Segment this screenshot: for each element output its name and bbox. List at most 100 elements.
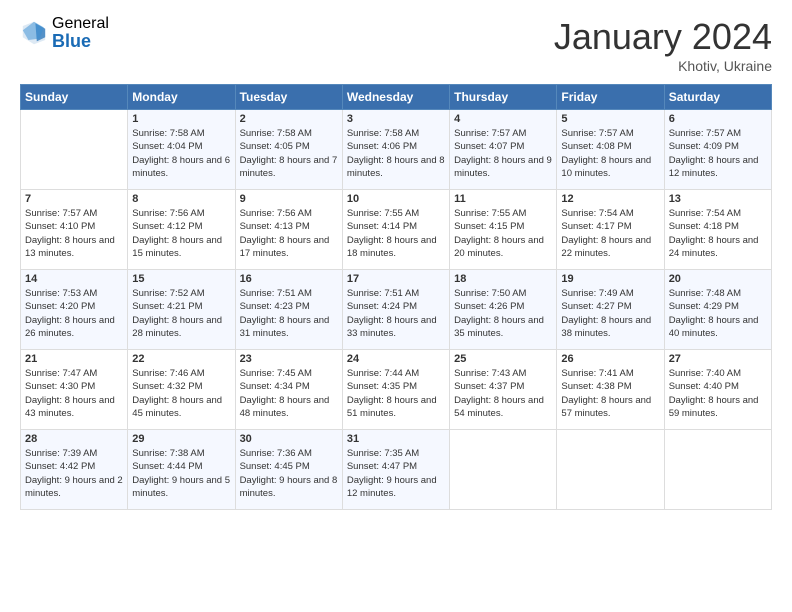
calendar-cell: 31Sunrise: 7:35 AMSunset: 4:47 PMDayligh… [342, 430, 449, 510]
calendar-cell: 2 Sunrise: 7:58 AM Sunset: 4:05 PM Daylight… [235, 110, 342, 190]
day-number: 15 [132, 273, 230, 285]
cell-content: Sunrise: 7:55 AMSunset: 4:14 PMDaylight:… [347, 207, 445, 260]
daylight: Daylight: 8 hours and 7 minutes. [240, 155, 338, 179]
calendar-cell: 13Sunrise: 7:54 AMSunset: 4:18 PMDayligh… [664, 190, 771, 270]
sunset: Sunset: 4:42 PM [25, 461, 95, 472]
sunset: Sunset: 4:07 PM [454, 141, 524, 152]
calendar-cell: 4Sunrise: 7:57 AMSunset: 4:07 PMDaylight… [450, 110, 557, 190]
sunrise: Sunrise: 7:46 AM [132, 368, 204, 379]
cell-content: Sunrise: 7:51 AMSunset: 4:23 PMDaylight:… [240, 287, 338, 340]
sunrise: Sunrise: 7:54 AM [669, 208, 741, 219]
day-number: 18 [454, 273, 552, 285]
weekday-header-wednesday: Wednesday [342, 85, 449, 110]
calendar-cell [450, 430, 557, 510]
calendar-cell: 5Sunrise: 7:57 AMSunset: 4:08 PMDaylight… [557, 110, 664, 190]
sunset: Sunset: 4:05 PM [240, 141, 310, 152]
daylight: Daylight: 8 hours and 59 minutes. [669, 395, 759, 419]
calendar-week-row: 21Sunrise: 7:47 AMSunset: 4:30 PMDayligh… [21, 350, 772, 430]
day-number: 23 [240, 353, 338, 365]
sunset: Sunset: 4:37 PM [454, 381, 524, 392]
sunrise: Sunrise: 7:55 AM [347, 208, 419, 219]
sunrise: Sunrise: 7:41 AM [561, 368, 633, 379]
sunset: Sunset: 4:30 PM [25, 381, 95, 392]
sunset: Sunset: 4:35 PM [347, 381, 417, 392]
calendar-cell: 10Sunrise: 7:55 AMSunset: 4:14 PMDayligh… [342, 190, 449, 270]
calendar-cell: 14 Sunrise: 7:53 AMSunset: 4:20 PMDayligh… [21, 270, 128, 350]
title-area: January 2024 Khotiv, Ukraine [554, 16, 772, 74]
cell-content: Sunrise: 7:41 AMSunset: 4:38 PMDaylight:… [561, 367, 659, 420]
day-number: 26 [561, 353, 659, 365]
daylight: Daylight: 8 hours and 45 minutes. [132, 395, 222, 419]
sunrise: Sunrise: 7:44 AM [347, 368, 419, 379]
sunset: Sunset: 4:26 PM [454, 301, 524, 312]
daylight: Daylight: 8 hours and 38 minutes. [561, 315, 651, 339]
calendar-week-row: 28Sunrise: 7:39 AMSunset: 4:42 PMDayligh… [21, 430, 772, 510]
logo-blue: Blue [52, 32, 109, 50]
sunrise: Sunrise: 7:40 AM [669, 368, 741, 379]
cell-content: Sunrise: 7:55 AMSunset: 4:15 PMDaylight:… [454, 207, 552, 260]
sunset: Sunset: 4:34 PM [240, 381, 310, 392]
day-number: 27 [669, 353, 767, 365]
sunset: Sunset: 4:17 PM [561, 221, 631, 232]
day-number: 21 [25, 353, 123, 365]
sunset: Sunset: 4:09 PM [669, 141, 739, 152]
calendar-week-row: 7Sunrise: 7:57 AMSunset: 4:10 PMDaylight… [21, 190, 772, 270]
sunset: Sunset: 4:13 PM [240, 221, 310, 232]
calendar-cell: 27Sunrise: 7:40 AMSunset: 4:40 PMDayligh… [664, 350, 771, 430]
calendar-cell [557, 430, 664, 510]
calendar-cell: 22Sunrise: 7:46 AMSunset: 4:32 PMDayligh… [128, 350, 235, 430]
day-number: 2 [240, 113, 338, 125]
sunrise: Sunrise: 7:39 AM [25, 448, 97, 459]
cell-content: Sunrise: 7:38 AMSunset: 4:44 PMDaylight:… [132, 447, 230, 500]
sunset: Sunset: 4:32 PM [132, 381, 202, 392]
sunrise: Sunrise: 7:43 AM [454, 368, 526, 379]
sunrise: Sunrise: 7:58 AM [240, 128, 312, 139]
daylight: Daylight: 8 hours and 35 minutes. [454, 315, 544, 339]
daylight: Daylight: 8 hours and 57 minutes. [561, 395, 651, 419]
sunset: Sunset: 4:27 PM [561, 301, 631, 312]
sunset: Sunset: 4:44 PM [132, 461, 202, 472]
cell-content: Sunrise: 7:58 AMSunset: 4:06 PMDaylight:… [347, 127, 445, 180]
cell-content: Sunrise: 7:49 AMSunset: 4:27 PMDaylight:… [561, 287, 659, 340]
day-number: 19 [561, 273, 659, 285]
sunrise: Sunrise: 7:55 AM [454, 208, 526, 219]
day-number: 14 [25, 273, 123, 285]
daylight: Daylight: 8 hours and 40 minutes. [669, 315, 759, 339]
calendar-cell: 6Sunrise: 7:57 AMSunset: 4:09 PMDaylight… [664, 110, 771, 190]
cell-content: Sunrise: 7:39 AMSunset: 4:42 PMDaylight:… [25, 447, 123, 500]
sunrise: Sunrise: 7:58 AM [132, 128, 204, 139]
sunrise: Sunrise: 7:51 AM [347, 288, 419, 299]
day-number: 12 [561, 193, 659, 205]
daylight: Daylight: 8 hours and 13 minutes. [25, 235, 115, 259]
cell-content: Sunrise: 7:53 AMSunset: 4:20 PMDaylight:… [25, 287, 123, 340]
logo: General Blue [20, 16, 109, 50]
sunrise: Sunrise: 7:50 AM [454, 288, 526, 299]
sunrise: Sunrise: 7:53 AM [25, 288, 97, 299]
page-header: General Blue January 2024 Khotiv, Ukrain… [20, 16, 772, 74]
daylight: Daylight: 8 hours and 22 minutes. [561, 235, 651, 259]
cell-content: Sunrise: 7:54 AMSunset: 4:17 PMDaylight:… [561, 207, 659, 260]
daylight: Daylight: 8 hours and 18 minutes. [347, 235, 437, 259]
day-number: 3 [347, 113, 445, 125]
day-number: 16 [240, 273, 338, 285]
calendar-cell: 21Sunrise: 7:47 AMSunset: 4:30 PMDayligh… [21, 350, 128, 430]
daylight: Daylight: 8 hours and 48 minutes. [240, 395, 330, 419]
sunset: Sunset: 4:23 PM [240, 301, 310, 312]
day-number: 17 [347, 273, 445, 285]
calendar-cell: 12 Sunrise: 7:54 AMSunset: 4:17 PMDayligh… [557, 190, 664, 270]
calendar-cell: 25Sunrise: 7:43 AMSunset: 4:37 PMDayligh… [450, 350, 557, 430]
day-number: 8 [132, 193, 230, 205]
daylight: Daylight: 8 hours and 10 minutes. [561, 155, 651, 179]
calendar-cell: 7Sunrise: 7:57 AMSunset: 4:10 PMDaylight… [21, 190, 128, 270]
daylight: Daylight: 8 hours and 17 minutes. [240, 235, 330, 259]
daylight: Daylight: 8 hours and 24 minutes. [669, 235, 759, 259]
day-number: 7 [25, 193, 123, 205]
sunset: Sunset: 4:24 PM [347, 301, 417, 312]
sunrise: Sunrise: 7:56 AM [132, 208, 204, 219]
calendar-cell: 26 Sunrise: 7:41 AMSunset: 4:38 PMDayligh… [557, 350, 664, 430]
day-number: 1 [132, 113, 230, 125]
sunset: Sunset: 4:29 PM [669, 301, 739, 312]
cell-content: Sunrise: 7:57 AMSunset: 4:09 PMDaylight:… [669, 127, 767, 180]
location: Khotiv, Ukraine [554, 58, 772, 74]
calendar-cell: 17Sunrise: 7:51 AMSunset: 4:24 PMDayligh… [342, 270, 449, 350]
